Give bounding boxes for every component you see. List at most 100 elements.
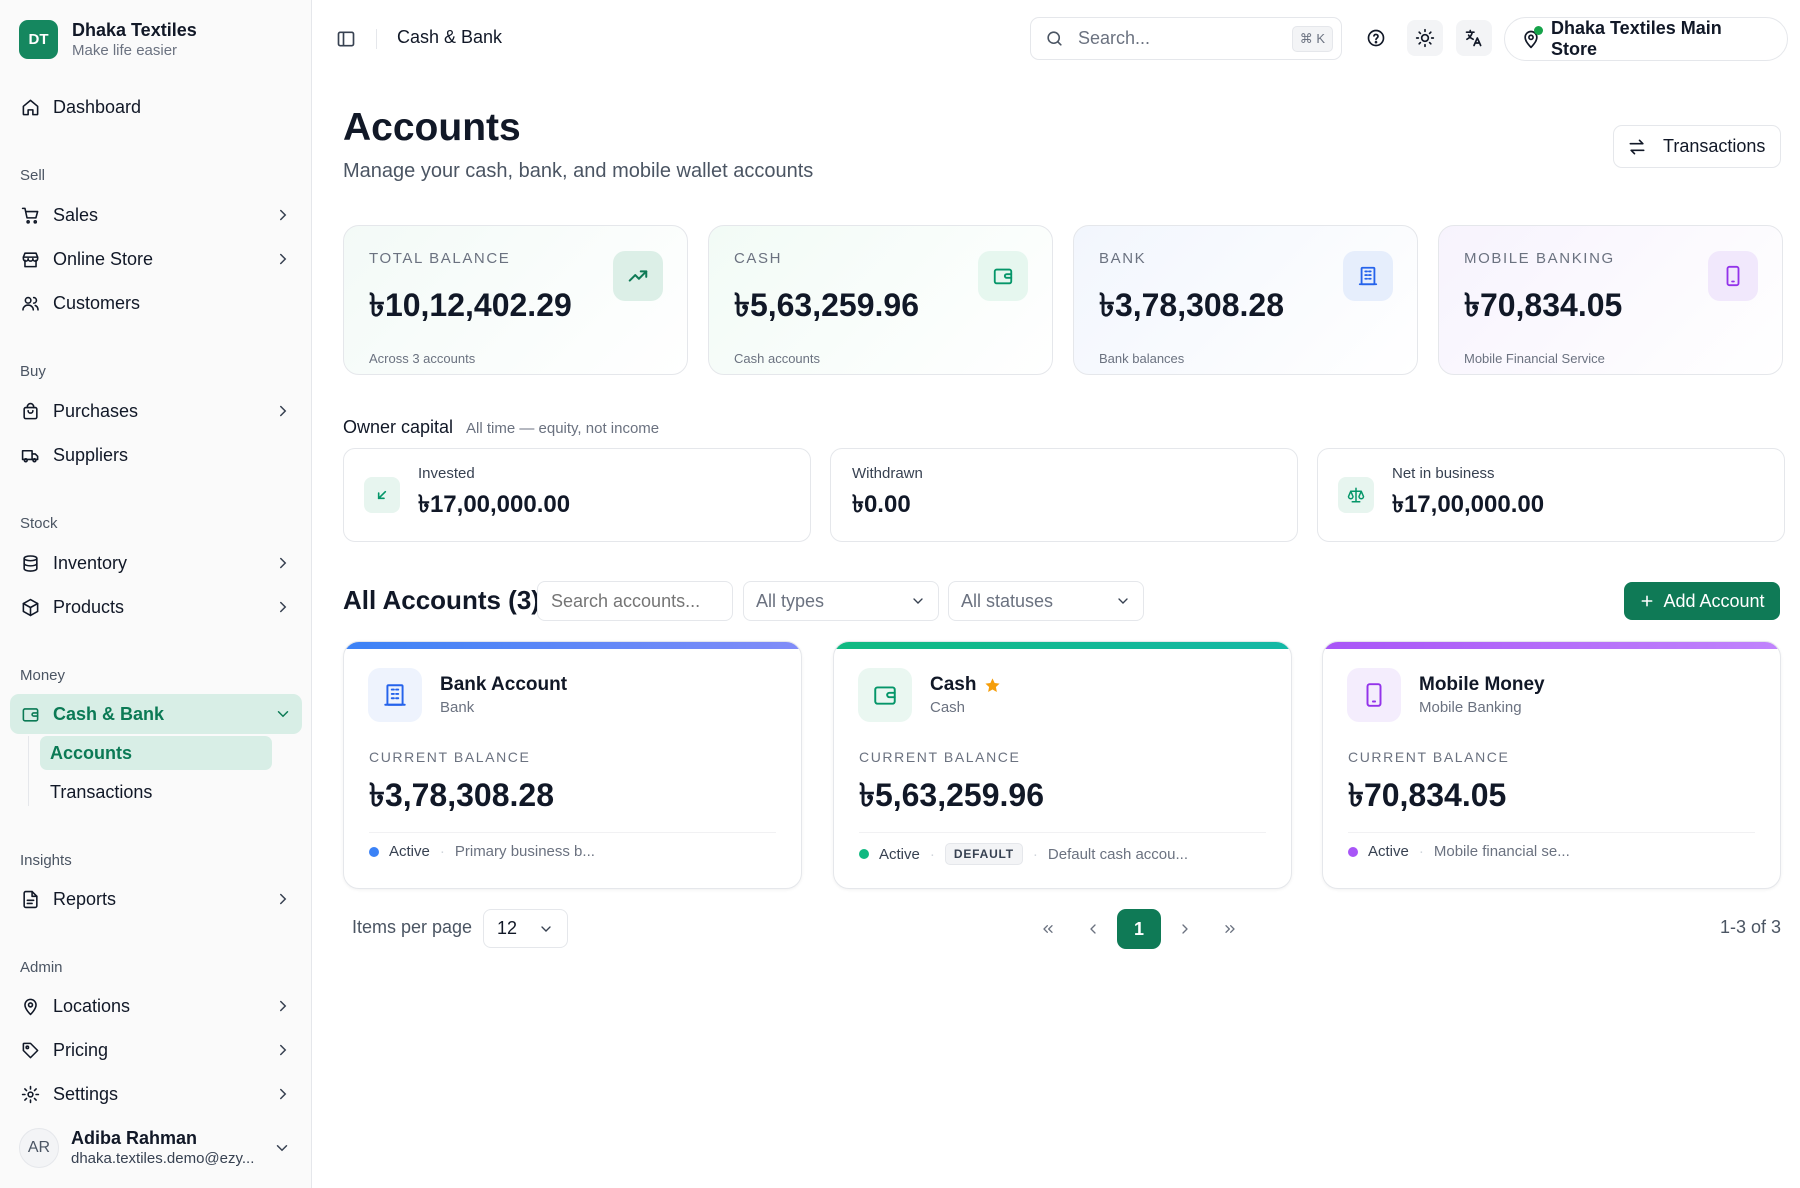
search-shortcut: ⌘ K bbox=[1291, 25, 1333, 52]
stat-note: Across 3 accounts bbox=[369, 351, 476, 366]
stat-card-cash: CASH ৳5,63,259.96 Cash accounts bbox=[708, 225, 1053, 375]
building-icon bbox=[1343, 251, 1393, 301]
capital-label: Net in business bbox=[1392, 464, 1495, 482]
divider bbox=[369, 832, 776, 833]
next-page-button[interactable] bbox=[1165, 909, 1205, 949]
brand-tagline: Make life easier bbox=[72, 42, 178, 59]
global-search[interactable]: Search... ⌘ K bbox=[1030, 17, 1342, 60]
sidebar-item-sales[interactable]: Sales bbox=[10, 195, 302, 235]
sidebar-item-dashboard[interactable]: Dashboard bbox=[10, 87, 302, 127]
store-icon bbox=[20, 249, 40, 269]
stat-card-mobile-banking: MOBILE BANKING ৳70,834.05 Mobile Financi… bbox=[1438, 225, 1783, 375]
separator-dot: · bbox=[439, 843, 445, 860]
account-search-input[interactable] bbox=[537, 581, 733, 621]
add-account-button[interactable]: Add Account bbox=[1624, 582, 1780, 620]
search-placeholder: Search... bbox=[1078, 28, 1151, 48]
sidebar-subitem-accounts[interactable]: Accounts bbox=[40, 736, 272, 770]
sidebar-item-inventory[interactable]: Inventory bbox=[10, 543, 302, 583]
first-page-button[interactable] bbox=[1028, 909, 1068, 949]
sidebar-item-suppliers[interactable]: Suppliers bbox=[10, 435, 302, 475]
account-card-bank[interactable]: Bank Account Bank CURRENT BALANCE ৳3,78,… bbox=[343, 641, 802, 889]
online-status-dot bbox=[1534, 26, 1543, 35]
user-name: Adiba Rahman bbox=[71, 1128, 198, 1148]
user-menu[interactable]: AR Adiba Rahman dhaka.textiles.demo@ezy.… bbox=[19, 1128, 291, 1168]
sidebar-item-locations[interactable]: Locations bbox=[10, 986, 302, 1026]
language-button[interactable] bbox=[1456, 20, 1492, 56]
sidebar-item-products[interactable]: Products bbox=[10, 587, 302, 627]
help-button[interactable] bbox=[1358, 20, 1394, 56]
sidebar-subitem-transactions[interactable]: Transactions bbox=[40, 775, 272, 809]
page-button-current[interactable]: 1 bbox=[1117, 909, 1161, 949]
sidebar-item-online-store[interactable]: Online Store bbox=[10, 239, 302, 279]
account-type: Bank bbox=[440, 699, 475, 716]
divider bbox=[859, 832, 1266, 833]
page-title: Accounts bbox=[343, 106, 521, 149]
owner-capital-title: Owner capital bbox=[343, 417, 454, 437]
building-icon bbox=[368, 668, 422, 722]
sidebar-toggle-icon[interactable] bbox=[336, 29, 356, 49]
separator-dot: · bbox=[929, 845, 935, 863]
stat-note: Cash accounts bbox=[734, 351, 820, 366]
trending-up-icon bbox=[613, 251, 663, 301]
search-icon bbox=[1045, 29, 1064, 48]
chevron-right-icon bbox=[274, 402, 292, 420]
bag-icon bbox=[20, 401, 40, 421]
owner-capital-note: All time — equity, not income bbox=[466, 420, 660, 437]
sidebar-item-label: Suppliers bbox=[53, 444, 129, 465]
previous-page-button[interactable] bbox=[1073, 909, 1113, 949]
chevron-right-icon bbox=[274, 250, 292, 268]
chevron-right-icon bbox=[274, 554, 292, 572]
items-per-page-label: Items per page bbox=[352, 917, 473, 937]
status-dot bbox=[369, 846, 379, 857]
section-label-insights: Insights bbox=[20, 852, 72, 869]
tag-icon bbox=[20, 1040, 40, 1060]
sidebar-item-cash-bank[interactable]: Cash & Bank bbox=[10, 694, 302, 734]
stat-card-bank: BANK ৳3,78,308.28 Bank balances bbox=[1073, 225, 1418, 375]
store-switcher-button[interactable]: Dhaka Textiles Main Store bbox=[1504, 17, 1788, 61]
account-card-mobile[interactable]: Mobile Money Mobile Banking CURRENT BALA… bbox=[1322, 641, 1781, 889]
sidebar: DT Dhaka Textiles Make life easier Dashb… bbox=[0, 0, 312, 1188]
account-accent-bar bbox=[834, 642, 1291, 649]
wallet-icon bbox=[858, 668, 912, 722]
chevron-down-icon bbox=[538, 921, 554, 937]
balance-label: CURRENT BALANCE bbox=[369, 749, 531, 765]
capital-value: ৳17,00,000.00 bbox=[418, 490, 571, 518]
account-name: Cash bbox=[930, 674, 977, 695]
last-page-button[interactable] bbox=[1210, 909, 1250, 949]
sidebar-item-settings[interactable]: Settings bbox=[10, 1074, 302, 1114]
sidebar-item-label: Dashboard bbox=[53, 96, 142, 117]
capital-card-withdrawn: Withdrawn ৳0.00 bbox=[830, 448, 1298, 542]
chevron-right-icon bbox=[274, 890, 292, 908]
chevron-right-icon bbox=[274, 1041, 292, 1059]
status-filter-select[interactable]: All statuses bbox=[948, 581, 1144, 621]
account-accent-bar bbox=[1323, 642, 1780, 649]
help-circle-icon bbox=[1366, 28, 1386, 48]
brand-name: Dhaka Textiles bbox=[72, 20, 197, 40]
account-status: Active bbox=[389, 843, 430, 860]
type-filter-select[interactable]: All types bbox=[743, 581, 939, 621]
section-label-money: Money bbox=[20, 667, 66, 684]
brand[interactable]: DT Dhaka Textiles Make life easier bbox=[19, 19, 197, 60]
sidebar-item-purchases[interactable]: Purchases bbox=[10, 391, 302, 431]
separator-dot: · bbox=[1032, 845, 1038, 863]
items-per-page-select[interactable]: 12 bbox=[483, 909, 568, 948]
map-pin-icon bbox=[1521, 26, 1543, 49]
sidebar-item-label: Reports bbox=[53, 888, 117, 909]
sidebar-item-customers[interactable]: Customers bbox=[10, 283, 302, 323]
sun-icon bbox=[1415, 28, 1435, 48]
theme-toggle-button[interactable] bbox=[1407, 20, 1443, 56]
account-card-cash[interactable]: Cash Cash CURRENT BALANCE ৳5,63,259.96 A… bbox=[833, 641, 1292, 889]
sidebar-item-label: Online Store bbox=[53, 248, 154, 269]
star-icon bbox=[984, 677, 1001, 694]
home-icon bbox=[20, 97, 40, 117]
transactions-button[interactable]: Transactions bbox=[1613, 125, 1781, 168]
sidebar-item-reports[interactable]: Reports bbox=[10, 879, 302, 919]
sidebar-item-label: Sales bbox=[53, 204, 99, 225]
section-label-sell: Sell bbox=[20, 167, 46, 184]
section-label-admin: Admin bbox=[20, 959, 63, 976]
capital-value: ৳0.00 bbox=[852, 490, 911, 518]
account-accent-bar bbox=[344, 642, 801, 649]
add-account-label: Add Account bbox=[1663, 590, 1765, 611]
sidebar-item-pricing[interactable]: Pricing bbox=[10, 1030, 302, 1070]
chevron-down-icon bbox=[910, 593, 926, 609]
